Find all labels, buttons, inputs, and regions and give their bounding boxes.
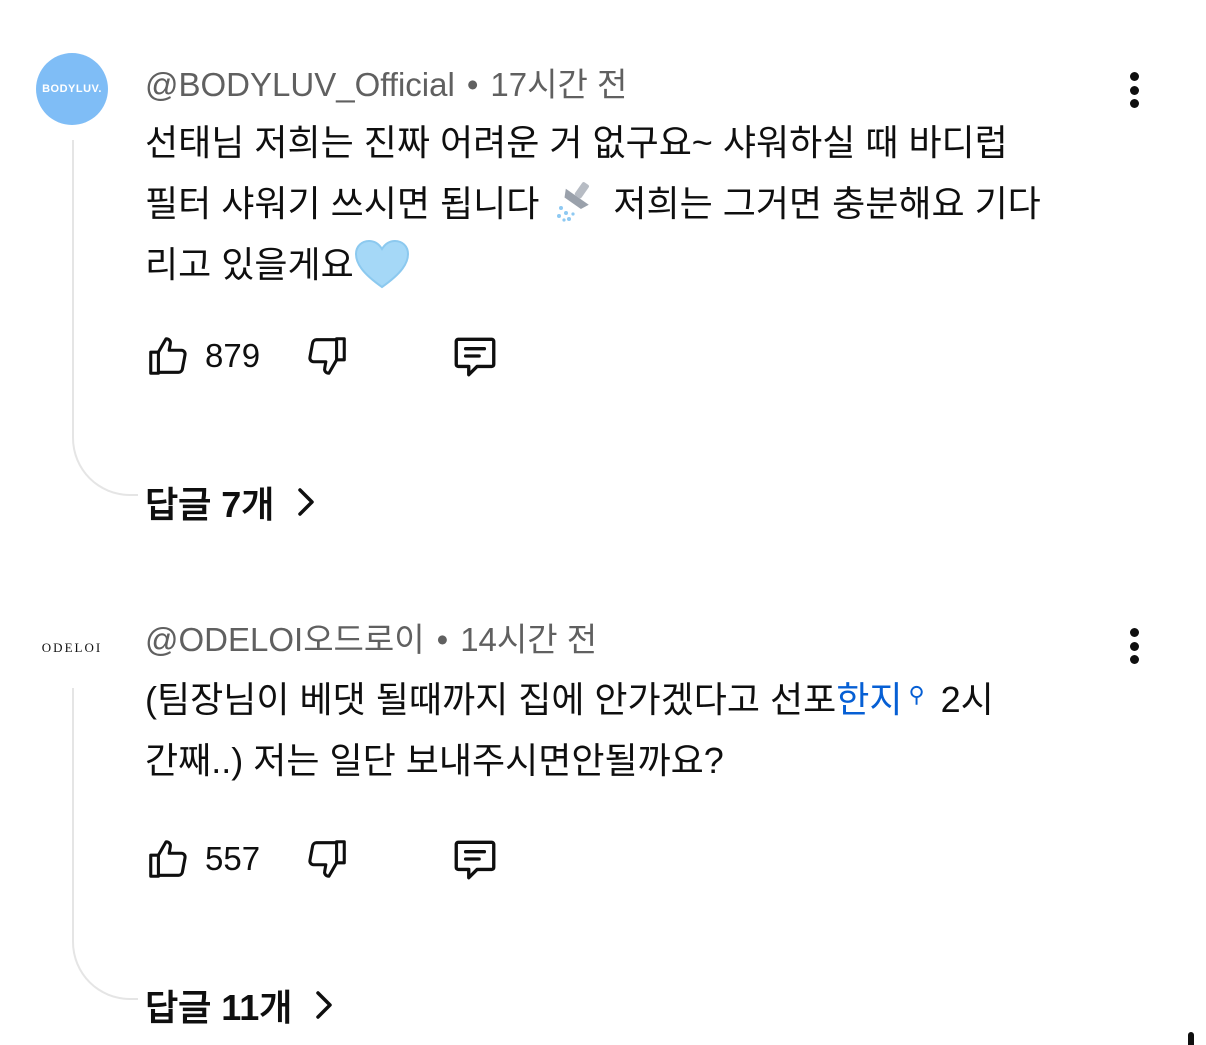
- view-replies-button[interactable]: 답글 11개: [145, 979, 334, 1031]
- comments-page: BODYLUV. @BODYLUV_Official • 17시간 전 선태님 저희…: [0, 0, 1206, 1045]
- chevron-right-icon: [296, 486, 316, 518]
- more-options-icon[interactable]: [1120, 70, 1148, 110]
- comment-text: 선태님 저희는 진짜 어려운 거 없구요~ 샤워하실 때 바디럽 필터 샤워기 …: [145, 112, 1135, 295]
- replies-count-label: 답글 7개: [145, 484, 275, 525]
- comment-time[interactable]: 17시간 전: [490, 66, 627, 103]
- comment-item: ODELOI @ODELOI오드로이 • 14시간 전 (팀장님이 베댓 될때까지 …: [0, 560, 1206, 1045]
- comment-header: @BODYLUV_Official • 17시간 전: [145, 58, 627, 106]
- more-options-icon[interactable]: [1120, 626, 1148, 666]
- chevron-right-icon: [314, 989, 334, 1021]
- separator-dot: •: [466, 66, 479, 103]
- thumbs-up-icon: [149, 337, 187, 375]
- like-count: 879: [205, 337, 261, 374]
- avatar[interactable]: ODELOI: [36, 612, 108, 684]
- avatar-logo-text: ODELOI: [41, 640, 103, 655]
- thread-connector: [72, 688, 138, 1000]
- light-blue-heart-icon: [354, 239, 409, 289]
- thread-connector: [72, 140, 138, 496]
- separator-dot: •: [436, 621, 449, 658]
- reply-button[interactable]: [450, 331, 500, 381]
- comment-actions: 879: [145, 330, 500, 382]
- avatar[interactable]: BODYLUV.: [36, 53, 108, 125]
- reply-button[interactable]: [450, 834, 500, 884]
- reply-comment-icon: [454, 840, 496, 880]
- replies-count-label: 답글 11개: [145, 987, 293, 1028]
- thumbs-up-icon: [149, 840, 187, 878]
- comment-item: BODYLUV. @BODYLUV_Official • 17시간 전 선태님 저희…: [0, 0, 1206, 560]
- dislike-button[interactable]: [304, 333, 350, 379]
- like-button[interactable]: 879: [145, 333, 260, 379]
- scrollbar[interactable]: [1188, 1032, 1194, 1045]
- search-magnifier-icon[interactable]: ⚲: [909, 682, 925, 707]
- comment-header: @ODELOI오드로이 • 14시간 전: [145, 613, 597, 661]
- comment-text: (팀장님이 베댓 될때까지 집에 안가겠다고 선포한지 ⚲ 2시 간째..) 저는 …: [145, 679, 994, 781]
- thumbs-down-icon: [308, 840, 346, 878]
- shower-emoji-icon: [557, 182, 590, 222]
- search-link[interactable]: 한지: [836, 679, 902, 720]
- thumbs-down-icon: [308, 337, 346, 375]
- dislike-button[interactable]: [304, 836, 350, 882]
- view-replies-button[interactable]: 답글 7개: [145, 476, 316, 528]
- author-name[interactable]: @BODYLUV_Official: [145, 66, 455, 103]
- avatar-logo-text: BODYLUV.: [42, 83, 102, 95]
- comment-time[interactable]: 14시간 전: [460, 621, 597, 658]
- author-name[interactable]: @ODELOI오드로이: [145, 621, 425, 658]
- reply-comment-icon: [454, 337, 496, 377]
- comment-actions: 557: [145, 833, 500, 885]
- like-count: 557: [205, 840, 261, 877]
- like-button[interactable]: 557: [145, 836, 260, 882]
